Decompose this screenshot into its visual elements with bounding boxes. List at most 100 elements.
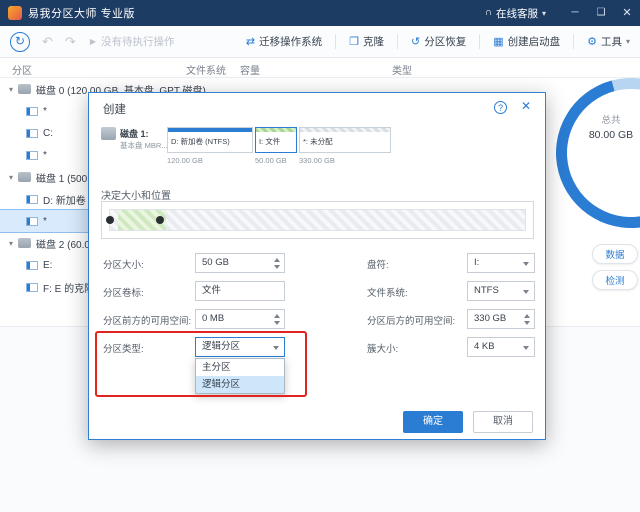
space-after-input[interactable]: 330 GB xyxy=(467,309,535,329)
disk-icon xyxy=(18,172,31,182)
disk-check-pill-button[interactable]: 检测 xyxy=(592,270,638,290)
cluster-size-select[interactable]: 4 KB xyxy=(467,337,535,357)
minimize-button[interactable]: ─ xyxy=(562,0,588,26)
chevron-down-icon xyxy=(273,346,279,350)
play-icon: ▶ xyxy=(90,37,96,46)
partition-row-label: D: 新加卷 xyxy=(43,192,86,207)
partition-icon xyxy=(26,283,38,292)
toolbar-divider xyxy=(573,34,574,49)
partition-icon xyxy=(26,151,38,160)
column-type: 类型 xyxy=(392,62,412,77)
stepper-arrows[interactable] xyxy=(524,314,530,325)
column-filesystem: 文件系统 xyxy=(186,62,226,77)
online-support-label: 在线客服 xyxy=(496,6,538,21)
disk-icon xyxy=(18,238,31,248)
column-partition: 分区 xyxy=(12,62,32,77)
titlebar: 易我分区大师 专业版 ∩ 在线客服 ▾ ─ ❑ ✕ xyxy=(0,0,640,26)
refresh-button[interactable]: ↻ xyxy=(10,32,30,52)
undo-button[interactable]: ↶ xyxy=(42,34,53,50)
segment-label: *: 未分配 xyxy=(303,136,388,147)
create-partition-dialog: 创建 ? ✕ 磁盘 1: 基本盘 MBR... D: 新加卷 (NTFS) 12… xyxy=(88,92,546,440)
partition-size-slider[interactable] xyxy=(101,201,534,239)
data-recovery-pill-button[interactable]: 数据 xyxy=(592,244,638,264)
partition-recovery-button[interactable]: ↺ 分区恢复 xyxy=(411,34,466,49)
stepper-arrows[interactable] xyxy=(274,258,280,269)
clone-button[interactable]: ❐ 克隆 xyxy=(349,34,384,49)
disk-info: 磁盘 1: 基本盘 MBR... xyxy=(101,127,167,165)
app-window: 易我分区大师 专业版 ∩ 在线客服 ▾ ─ ❑ ✕ ↻ ↶ ↷ ▶ 没有待执行操… xyxy=(0,0,640,512)
partition-row-label: * xyxy=(43,106,47,117)
create-boot-disk-button[interactable]: ▦ 创建启动盘 xyxy=(493,34,560,49)
online-support-button[interactable]: ∩ 在线客服 ▾ xyxy=(485,6,546,21)
total-value: 80.00 GB xyxy=(582,129,640,141)
chevron-down-icon[interactable]: ▾ xyxy=(4,173,18,182)
dialog-title: 创建 xyxy=(103,101,126,117)
dialog-close-icon[interactable]: ✕ xyxy=(521,99,531,113)
tools-button[interactable]: ⚙ 工具 ▾ xyxy=(587,34,630,49)
boot-disk-icon: ▦ xyxy=(493,35,503,48)
partition-icon xyxy=(26,107,38,116)
migrate-os-button[interactable]: ⇄ 迁移操作系统 xyxy=(246,34,322,49)
strip-segment-d[interactable]: D: 新加卷 (NTFS) 120.00 GB xyxy=(167,127,253,165)
maximize-button[interactable]: ❑ xyxy=(588,0,614,26)
dropdown-option-logical[interactable]: 逻辑分区 xyxy=(196,376,284,393)
toolbar-divider xyxy=(335,34,336,49)
partition-row-label: C: xyxy=(43,128,53,139)
partition-icon xyxy=(26,129,38,138)
drive-letter-select[interactable]: I: xyxy=(467,253,535,273)
tools-icon: ⚙ xyxy=(587,35,597,48)
chevron-down-icon[interactable]: ▾ xyxy=(4,239,18,248)
partition-type-select[interactable]: 逻辑分区 xyxy=(195,337,285,357)
segment-label: D: 新加卷 (NTFS) xyxy=(171,136,250,147)
volume-label-input[interactable]: 文件 xyxy=(195,281,285,301)
filesystem-select[interactable]: NTFS xyxy=(467,281,535,301)
pending-operations-button[interactable]: ▶ 没有待执行操作 xyxy=(90,34,175,49)
strip-segment-new[interactable]: I: 文件 50.00 GB xyxy=(255,127,297,165)
slider-handle-left[interactable] xyxy=(106,216,114,224)
migrate-os-label: 迁移操作系统 xyxy=(259,34,322,49)
toolbar-divider xyxy=(397,34,398,49)
help-icon[interactable]: ? xyxy=(494,101,507,114)
app-logo-icon xyxy=(8,6,22,20)
stepper-arrows[interactable] xyxy=(274,314,280,325)
data-pill-label: 数据 xyxy=(605,247,624,261)
segment-color-band xyxy=(256,128,296,132)
size-position-section-title: 决定大小和位置 xyxy=(101,187,171,202)
cancel-button[interactable]: 取消 xyxy=(473,411,533,433)
partition-row-label: E: xyxy=(43,260,52,271)
drive-letter-label: 盘符: xyxy=(367,257,389,271)
chevron-down-icon xyxy=(523,290,529,294)
disk-type: 基本盘 MBR... xyxy=(120,140,168,151)
chevron-down-icon[interactable]: ▾ xyxy=(4,85,18,94)
space-after-value: 330 GB xyxy=(474,313,506,324)
tools-label: 工具 xyxy=(601,34,622,49)
app-title: 易我分区大师 专业版 xyxy=(28,5,135,21)
slider-track[interactable] xyxy=(109,209,526,231)
dropdown-option-primary[interactable]: 主分区 xyxy=(196,359,284,376)
strip-segment-unallocated[interactable]: *: 未分配 330.00 GB xyxy=(299,127,391,165)
segment-size: 120.00 GB xyxy=(167,156,253,165)
partition-size-input[interactable]: 50 GB xyxy=(195,253,285,273)
ok-button[interactable]: 确定 xyxy=(403,411,463,433)
space-before-value: 0 MB xyxy=(202,313,224,324)
slider-handle-right[interactable] xyxy=(156,216,164,224)
chevron-down-icon xyxy=(523,346,529,350)
partition-row-label: F: E 的克隆 xyxy=(43,280,94,295)
disk-layout-strip: 磁盘 1: 基本盘 MBR... D: 新加卷 (NTFS) 120.00 GB… xyxy=(101,127,393,165)
partition-size-label: 分区大小: xyxy=(103,257,144,271)
chevron-down-icon: ▾ xyxy=(542,9,546,18)
check-pill-label: 检测 xyxy=(605,273,624,287)
partition-recovery-icon: ↺ xyxy=(411,35,420,48)
partition-size-value: 50 GB xyxy=(202,257,229,268)
volume-label-value: 文件 xyxy=(202,285,221,296)
create-boot-disk-label: 创建启动盘 xyxy=(508,34,561,49)
cluster-size-label: 簇大小: xyxy=(367,341,398,355)
chevron-down-icon xyxy=(523,262,529,266)
segment-size: 50.00 GB xyxy=(255,156,297,165)
close-button[interactable]: ✕ xyxy=(614,0,640,26)
partition-recovery-label: 分区恢复 xyxy=(424,34,466,49)
partition-type-value: 逻辑分区 xyxy=(202,341,240,352)
redo-button[interactable]: ↷ xyxy=(65,34,76,50)
space-before-input[interactable]: 0 MB xyxy=(195,309,285,329)
migrate-os-icon: ⇄ xyxy=(246,35,255,48)
